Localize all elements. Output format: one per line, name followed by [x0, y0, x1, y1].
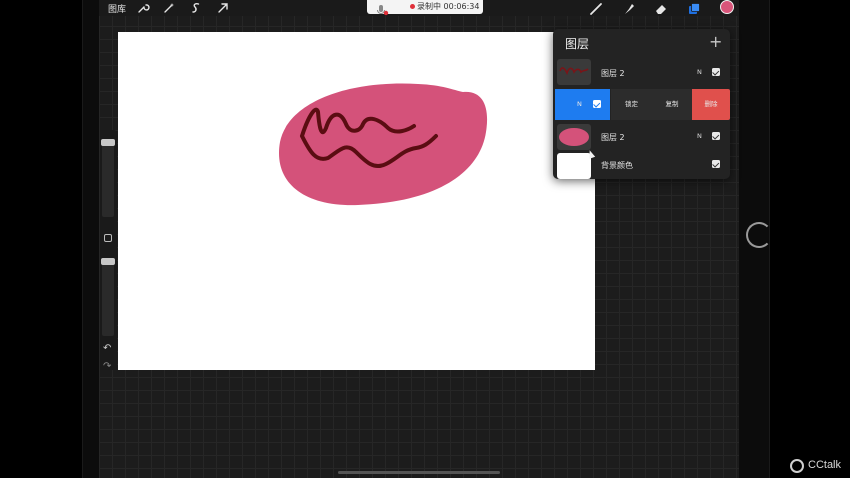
muted-mic-icon	[375, 1, 389, 16]
cctalk-logo-icon	[790, 459, 804, 473]
modify-button[interactable]	[104, 234, 112, 242]
magic-wand-icon[interactable]	[162, 1, 176, 15]
wrench-icon[interactable]	[136, 1, 150, 15]
layer-visibility-checkbox-1[interactable]	[712, 68, 720, 76]
side-control-icon[interactable]	[746, 222, 772, 248]
drawing-canvas[interactable]	[118, 32, 595, 370]
color-picker-button[interactable]	[720, 0, 734, 14]
gallery-button[interactable]: 图库	[108, 2, 126, 15]
duplicate-layer-button[interactable]: 复制	[652, 89, 692, 120]
lock-layer-button[interactable]: 锁定	[611, 89, 652, 120]
delete-layer-button[interactable]: 删除	[692, 89, 730, 120]
undo-icon[interactable]: ↶	[103, 343, 111, 354]
pink-blob	[278, 83, 488, 206]
brush-icon[interactable]	[589, 1, 603, 15]
background-visibility-checkbox[interactable]	[712, 160, 720, 168]
layer-name-1: 图层 2	[601, 69, 625, 78]
home-indicator[interactable]	[338, 471, 500, 474]
background-color-name: 背景颜色	[601, 161, 633, 170]
layer-thumbnail-1	[557, 59, 591, 85]
cctalk-brand: CCtalk	[808, 459, 842, 471]
recording-bar[interactable]: 录制中 00:06:34	[367, 0, 483, 16]
transform-arrow-icon[interactable]	[216, 1, 230, 15]
layer-name-2: 图层 2	[601, 133, 625, 142]
layers-icon[interactable]	[687, 1, 701, 15]
recording-dot-icon	[410, 4, 415, 9]
redo-icon[interactable]: ↷	[103, 361, 111, 372]
layer-visibility-checkbox-2[interactable]	[712, 132, 720, 140]
layer-thumbnail-2	[557, 124, 591, 150]
layer-blend-mode-1[interactable]: N	[697, 68, 702, 76]
eraser-icon[interactable]	[654, 1, 668, 15]
selected-blend-mode[interactable]: N	[577, 89, 582, 120]
selection-icon[interactable]	[189, 1, 203, 15]
layers-panel-title: 图层	[565, 37, 590, 51]
selected-visibility-checkbox[interactable]	[593, 100, 601, 108]
brush-size-slider[interactable]	[102, 139, 114, 217]
background-color-thumbnail	[557, 153, 591, 179]
opacity-thumb[interactable]	[101, 258, 115, 265]
brush-size-thumb[interactable]	[101, 139, 115, 146]
layer-blend-mode-2[interactable]: N	[697, 132, 702, 140]
opacity-slider[interactable]	[102, 258, 114, 336]
recording-timer: 录制中 00:06:34	[417, 2, 480, 11]
add-layer-button[interactable]: +	[709, 32, 722, 51]
selected-layer-row[interactable]: N	[555, 89, 610, 120]
smudge-icon[interactable]	[622, 1, 636, 15]
